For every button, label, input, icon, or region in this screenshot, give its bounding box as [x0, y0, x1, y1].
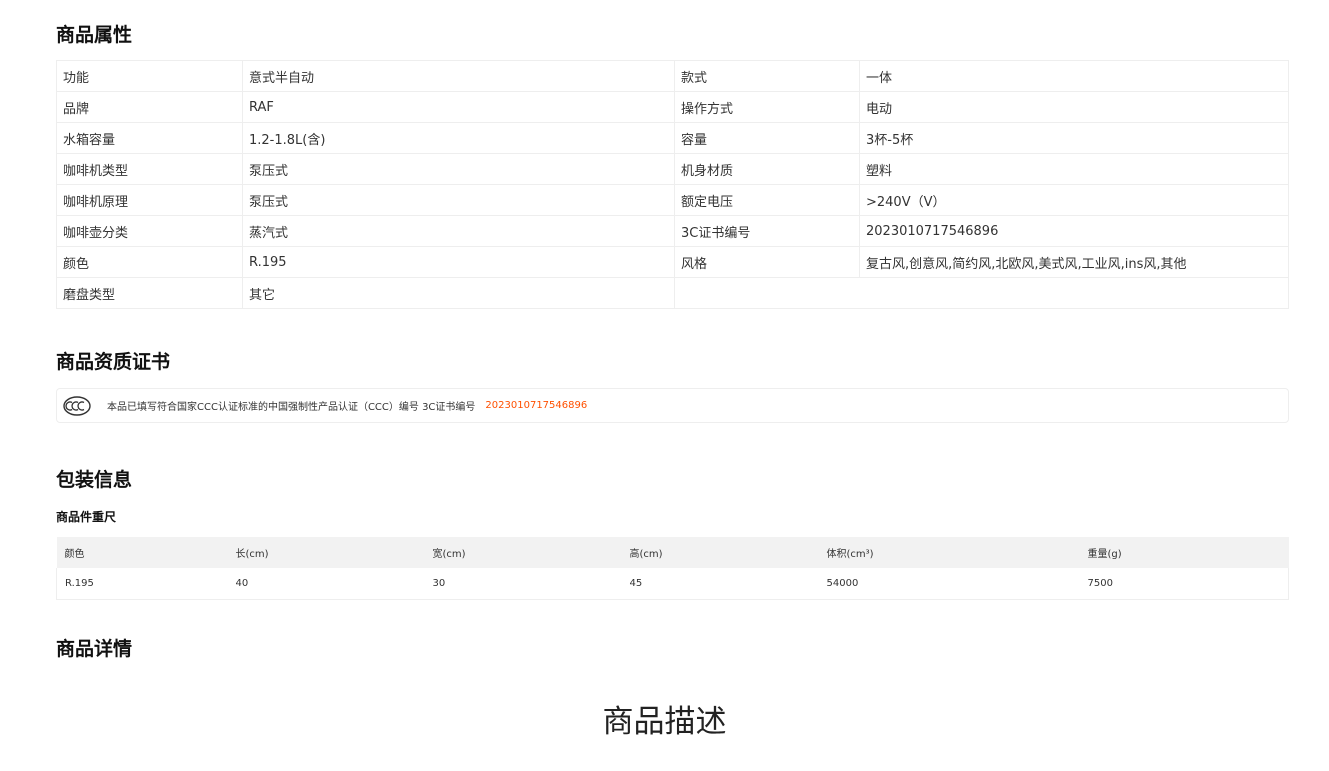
- attribute-value: 复古风,创意风,简约风,北欧风,美式风,工业风,ins风,其他: [859, 246, 1289, 278]
- attribute-key: 品牌: [56, 91, 243, 123]
- table-cell: 45: [621, 568, 819, 600]
- attribute-key: 磨盘类型: [56, 277, 243, 309]
- column-header: 颜色: [56, 537, 228, 568]
- attribute-key: 咖啡机类型: [56, 153, 243, 185]
- attribute-value: 塑料: [859, 153, 1289, 185]
- certificate-box: 本品已填写符合国家CCC认证标准的中国强制性产品认证（CCC）编号 3C证书编号…: [56, 388, 1289, 423]
- table-cell: 40: [227, 568, 425, 600]
- attribute-value: 意式半自动: [242, 60, 675, 92]
- attribute-key: 额定电压: [674, 184, 860, 216]
- attribute-key: 水箱容量: [56, 122, 243, 154]
- attribute-value: 3杯-5杯: [859, 122, 1289, 154]
- attribute-value: 泵压式: [242, 184, 675, 216]
- attribute-key: 3C证书编号: [674, 215, 860, 247]
- attribute-value: 蒸汽式: [242, 215, 675, 247]
- attribute-value: 1.2-1.8L(含): [242, 122, 675, 154]
- certificate-text: 本品已填写符合国家CCC认证标准的中国强制性产品认证（CCC）编号 3C证书编号: [107, 402, 476, 413]
- attribute-key: 咖啡壶分类: [56, 215, 243, 247]
- attribute-key: 款式: [674, 60, 860, 92]
- packaging-subtitle: 商品件重尺: [56, 510, 117, 524]
- attribute-row: 咖啡机原理 泵压式 额定电压 >240V（V）: [56, 184, 1289, 216]
- table-cell: 30: [424, 568, 622, 600]
- attribute-value: [859, 277, 1289, 309]
- attribute-row: 水箱容量 1.2-1.8L(含) 容量 3杯-5杯: [56, 122, 1289, 154]
- attribute-row: 磨盘类型 其它: [56, 277, 1289, 309]
- attribute-row: 功能 意式半自动 款式 一体: [56, 60, 1289, 92]
- table-cell: 7500: [1079, 568, 1289, 600]
- attribute-value: 2023010717546896: [859, 215, 1289, 247]
- attribute-key: 咖啡机原理: [56, 184, 243, 216]
- attribute-key: 风格: [674, 246, 860, 278]
- packaging-title: 包装信息: [56, 469, 133, 491]
- packaging-header-row: 颜色 长(cm) 宽(cm) 高(cm) 体积(cm³) 重量(g): [56, 537, 1289, 568]
- certificate-title: 商品资质证书: [56, 351, 171, 373]
- attribute-key: [674, 277, 860, 309]
- attribute-value: 电动: [859, 91, 1289, 123]
- column-header: 体积(cm³): [818, 537, 1080, 568]
- attribute-row: 咖啡机类型 泵压式 机身材质 塑料: [56, 153, 1289, 185]
- attribute-value: 泵压式: [242, 153, 675, 185]
- attribute-value: >240V（V）: [859, 184, 1289, 216]
- details-title: 商品详情: [56, 638, 133, 660]
- table-row: R.195 40 30 45 54000 7500: [56, 568, 1289, 600]
- attributes-table: 功能 意式半自动 款式 一体 品牌 RAF 操作方式 电动 水箱容量 1.2-1…: [56, 60, 1289, 309]
- table-cell: 54000: [818, 568, 1080, 600]
- attribute-key: 颜色: [56, 246, 243, 278]
- attribute-key: 功能: [56, 60, 243, 92]
- attribute-value: RAF: [242, 91, 675, 123]
- ccc-logo-icon: [63, 395, 91, 416]
- certificate-number: 2023010717546896: [485, 400, 588, 411]
- packaging-table: 颜色 长(cm) 宽(cm) 高(cm) 体积(cm³) 重量(g) R.195…: [56, 537, 1289, 600]
- attribute-key: 操作方式: [674, 91, 860, 123]
- attribute-value: 一体: [859, 60, 1289, 92]
- column-header: 长(cm): [227, 537, 425, 568]
- attribute-key: 容量: [674, 122, 860, 154]
- attribute-key: 机身材质: [674, 153, 860, 185]
- attribute-value: 其它: [242, 277, 675, 309]
- attribute-value: R.195: [242, 246, 675, 278]
- table-cell: R.195: [56, 568, 228, 600]
- column-header: 宽(cm): [424, 537, 622, 568]
- column-header: 重量(g): [1079, 537, 1289, 568]
- attributes-title: 商品属性: [56, 24, 133, 46]
- attribute-row: 颜色 R.195 风格 复古风,创意风,简约风,北欧风,美式风,工业风,ins风…: [56, 246, 1289, 278]
- attribute-row: 品牌 RAF 操作方式 电动: [56, 91, 1289, 123]
- column-header: 高(cm): [621, 537, 819, 568]
- description-banner: 商品描述: [602, 704, 727, 740]
- attribute-row: 咖啡壶分类 蒸汽式 3C证书编号 2023010717546896: [56, 215, 1289, 247]
